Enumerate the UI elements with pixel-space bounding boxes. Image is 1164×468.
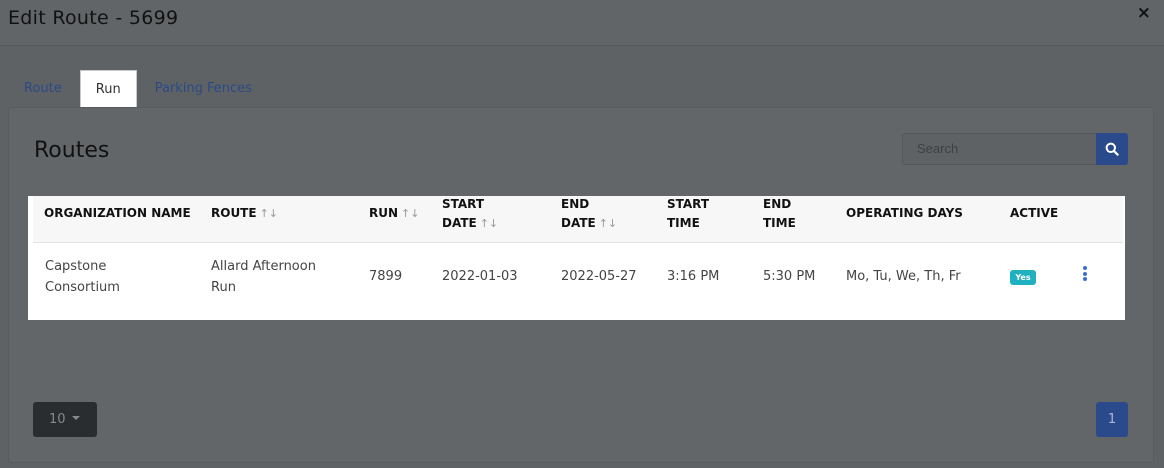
header-start-time: START TIME xyxy=(667,197,710,230)
page-size-dropdown[interactable]: 10 xyxy=(33,402,97,437)
search-icon xyxy=(1105,142,1119,156)
header-active: ACTIVE xyxy=(1010,206,1059,220)
header-operating-days: OPERATING DAYS xyxy=(846,206,963,220)
cell-route: Allard Afternoon Run xyxy=(211,259,316,295)
search-button[interactable] xyxy=(1096,133,1128,165)
active-status-badge: Yes xyxy=(1010,270,1036,285)
pagination-page-1[interactable]: 1 xyxy=(1096,402,1128,437)
modal-header: Edit Route - 5699 × xyxy=(0,0,1164,46)
modal-title: Edit Route - 5699 xyxy=(8,7,179,29)
tab-bar: Route Run Parking Fences xyxy=(12,70,264,108)
cell-run: 7899 xyxy=(369,269,403,284)
header-organization-name[interactable]: ORGANIZATION NAME xyxy=(44,204,191,223)
cell-organization: Capstone Consortium xyxy=(45,259,120,295)
sort-icon: ↑↓ xyxy=(479,217,499,230)
header-start-date[interactable]: START DATE ↑↓ xyxy=(442,195,498,233)
sort-icon: ↑↓ xyxy=(401,207,420,220)
header-route[interactable]: ROUTE ↑↓ xyxy=(211,204,278,223)
sort-icon: ↑↓ xyxy=(259,207,279,220)
cell-operating-days: Mo, Tu, We, Th, Fr xyxy=(846,269,961,284)
cell-end-time: 5:30 PM xyxy=(763,269,816,284)
search-input[interactable] xyxy=(902,133,1097,165)
routes-table: ORGANIZATION NAME ROUTE ↑↓ RUN ↑↓ START DA… xyxy=(28,196,1125,320)
sort-icon: ↑↓ xyxy=(598,217,618,230)
kebab-menu-icon[interactable] xyxy=(1079,266,1091,284)
cell-start-date: 2022-01-03 xyxy=(442,269,518,284)
cell-end-date: 2022-05-27 xyxy=(561,269,637,284)
header-end-date[interactable]: END DATE ↑↓ xyxy=(561,195,617,233)
cell-start-time: 3:16 PM xyxy=(667,269,720,284)
close-icon[interactable]: × xyxy=(1137,3,1151,23)
caret-down-icon xyxy=(71,416,80,420)
header-end-time: END TIME xyxy=(763,197,796,230)
tab-parking-fences[interactable]: Parking Fences xyxy=(143,70,264,108)
panel-title: Routes xyxy=(34,138,110,163)
tab-run[interactable]: Run xyxy=(79,70,137,108)
tab-route[interactable]: Route xyxy=(12,70,74,108)
header-run[interactable]: RUN ↑↓ xyxy=(369,204,419,223)
